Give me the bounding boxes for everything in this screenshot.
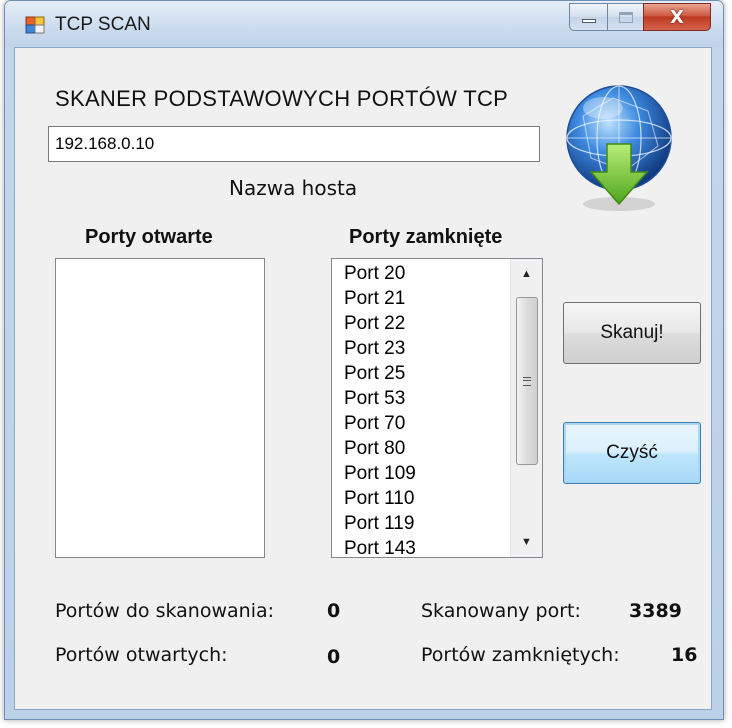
list-item[interactable]: Port 25 [332, 361, 508, 386]
title-bar[interactable]: TCP SCAN X [5, 1, 723, 47]
closed-ports-title: Porty zamknięte [349, 226, 503, 248]
open-ports-count-value: 0 [327, 646, 341, 668]
minimize-icon [581, 19, 596, 23]
list-item[interactable]: Port 109 [332, 461, 508, 486]
scroll-up-button[interactable]: ▲ [511, 259, 542, 289]
closed-ports-count-label: Portów zamkniętych: [421, 644, 620, 666]
app-window-icon [25, 16, 45, 34]
list-item[interactable]: Port 20 [332, 261, 508, 286]
list-item[interactable]: Port 22 [332, 311, 508, 336]
list-item[interactable]: Port 53 [332, 386, 508, 411]
form-client-area: SKANER PODSTAWOWYCH PORTÓW TCP Nazwa hos… [14, 47, 712, 710]
scanned-port-value: 3389 [629, 600, 682, 622]
minimize-button[interactable] [569, 3, 607, 31]
list-item[interactable]: Port 119 [332, 511, 508, 536]
closed-ports-count-value: 16 [671, 644, 698, 666]
grip-icon [523, 376, 531, 386]
maximize-button[interactable] [607, 3, 643, 31]
globe-download-icon [566, 85, 672, 211]
scroll-up-arrow-icon: ▲ [521, 268, 532, 280]
closed-ports-listbox[interactable]: Port 20 Port 21 Port 22 Port 23 Port 25 Port … [331, 258, 543, 558]
host-input[interactable] [48, 126, 540, 162]
list-item[interactable]: Port 143 [332, 536, 508, 557]
ports-to-scan-value: 0 [327, 600, 341, 622]
window-title: TCP SCAN [55, 14, 151, 35]
open-ports-title: Porty otwarte [85, 226, 213, 248]
window-controls: X [569, 3, 711, 33]
scan-button[interactable]: Skanuj! [563, 302, 701, 364]
clear-button[interactable]: Czyść [563, 422, 701, 484]
ports-to-scan-label: Portów do skanowania: [55, 600, 275, 622]
scroll-down-arrow-icon: ▼ [521, 536, 532, 548]
maximize-icon [618, 11, 633, 23]
closed-ports-list: Port 20 Port 21 Port 22 Port 23 Port 25 Port … [332, 261, 508, 557]
host-label: Nazwa hosta [229, 176, 358, 200]
form-heading: SKANER PODSTAWOWYCH PORTÓW TCP [55, 86, 509, 111]
list-item[interactable]: Port 80 [332, 436, 508, 461]
scroll-thumb[interactable] [516, 297, 538, 465]
closed-ports-scrollbar[interactable]: ▲ ▼ [510, 259, 542, 557]
list-item[interactable]: Port 110 [332, 486, 508, 511]
open-ports-count-label: Portów otwartych: [55, 644, 228, 666]
close-icon: X [670, 6, 684, 28]
list-item[interactable]: Port 23 [332, 336, 508, 361]
open-ports-listbox[interactable] [55, 258, 265, 558]
list-item[interactable]: Port 70 [332, 411, 508, 436]
scroll-down-button[interactable]: ▼ [511, 527, 542, 557]
list-item[interactable]: Port 21 [332, 286, 508, 311]
close-button[interactable]: X [643, 3, 711, 31]
scanned-port-label: Skanowany port: [421, 600, 581, 622]
app-window: TCP SCAN X SKANER PODSTAWOWYCH PORTÓW TC… [4, 0, 724, 720]
